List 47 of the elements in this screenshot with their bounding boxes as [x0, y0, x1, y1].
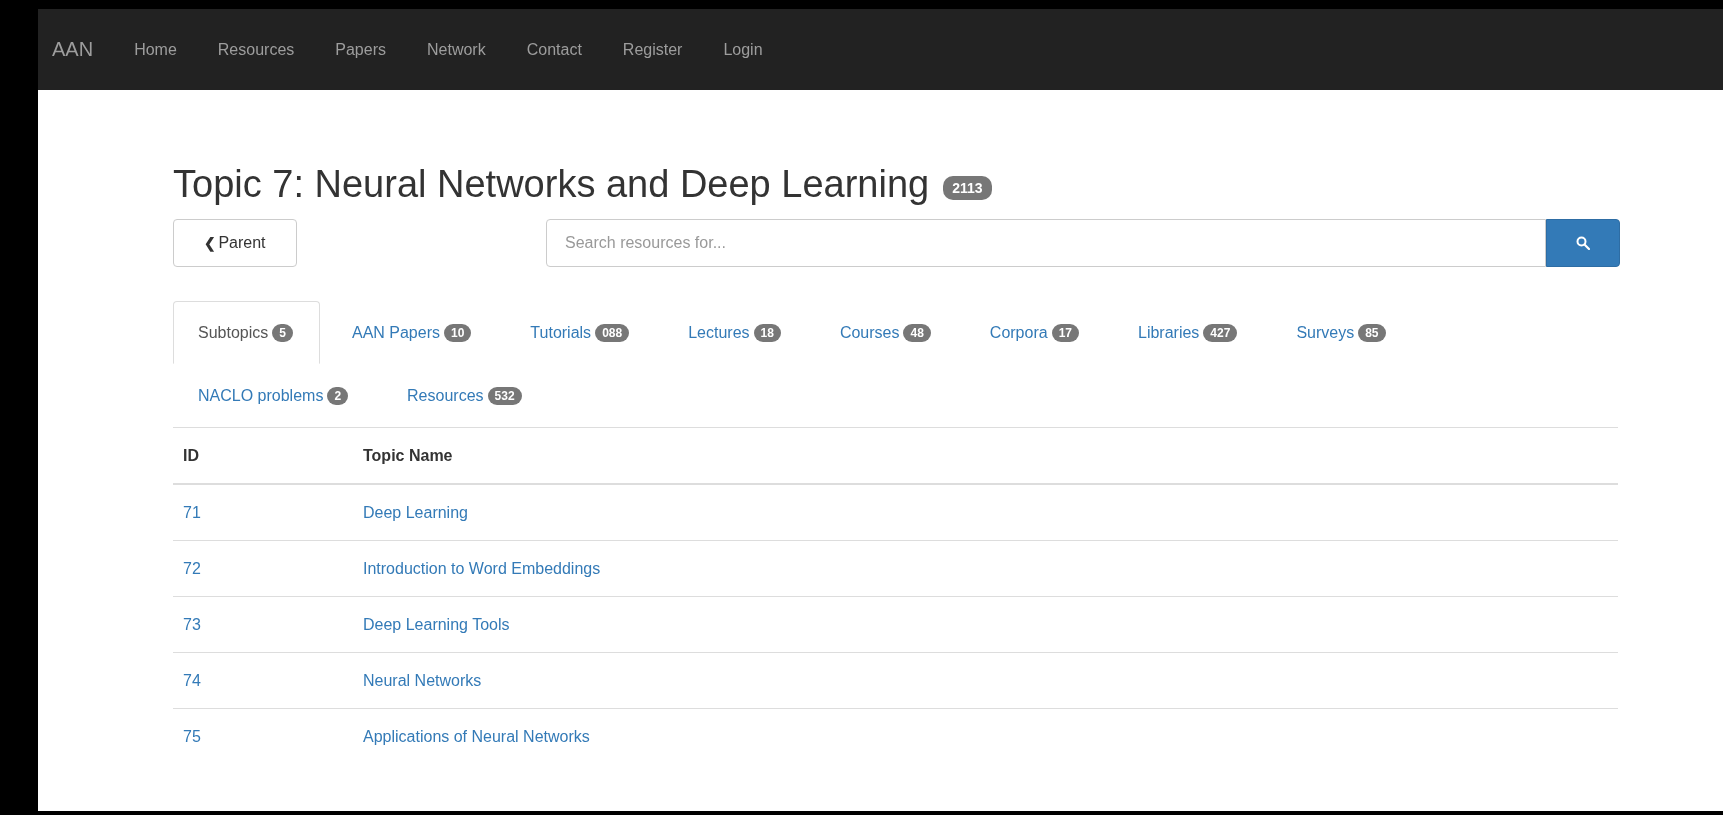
column-header: Topic Name: [353, 428, 1618, 484]
tab[interactable]: Libraries 427: [1113, 301, 1265, 364]
count-badge: 088: [595, 323, 630, 342]
count-badge: 2: [327, 386, 349, 405]
table-link[interactable]: Introduction to Word Embeddings: [363, 559, 601, 577]
table-link[interactable]: 73: [183, 615, 201, 633]
table-link[interactable]: 75: [183, 727, 201, 745]
count-badge: 85: [1358, 323, 1386, 342]
table-link[interactable]: Applications of Neural Networks: [363, 727, 590, 745]
count-badge: 5: [272, 323, 293, 342]
tab[interactable]: Corpora 17: [964, 301, 1106, 364]
nav-link[interactable]: Network: [427, 40, 486, 59]
nav-link[interactable]: Resources: [217, 40, 295, 59]
count-badge: 532: [487, 386, 522, 405]
chevron-left-icon: ❮: [204, 235, 217, 251]
table-link[interactable]: 71: [183, 503, 201, 521]
tab[interactable]: Courses 48: [814, 301, 958, 364]
search-field[interactable]: Search resources for...: [546, 219, 1546, 267]
count-badge: 18: [753, 323, 781, 342]
table-link[interactable]: Deep Learning: [363, 503, 468, 521]
column-header: ID: [173, 428, 353, 484]
parent-button[interactable]: ❮Parent: [173, 219, 297, 267]
tab[interactable]: Tutorials 088: [505, 301, 657, 364]
nav-link[interactable]: Contact: [526, 40, 582, 59]
count-badge: 48: [903, 323, 931, 342]
nav-link[interactable]: Home: [134, 40, 177, 59]
tab[interactable]: NACLO problems 2: [173, 364, 376, 427]
tab[interactable]: Surveys 85: [1271, 301, 1413, 364]
search-icon: [1576, 236, 1590, 250]
count-badge: 427: [1203, 323, 1238, 342]
table-link[interactable]: 72: [183, 559, 201, 577]
table-link[interactable]: Neural Networks: [363, 671, 482, 689]
tab[interactable]: Resources 532: [382, 364, 549, 427]
count-badge: 17: [1051, 323, 1079, 342]
count-badge: 10: [444, 323, 472, 342]
tab[interactable]: Subtopics 5: [173, 301, 320, 364]
tab[interactable]: Lectures 18: [663, 301, 808, 364]
nav-link[interactable]: Register: [622, 40, 683, 59]
table-link[interactable]: 74: [183, 671, 201, 689]
tab[interactable]: AAN Papers 10: [326, 301, 499, 364]
nav-link[interactable]: Login: [723, 40, 763, 59]
count-badge: 2113: [943, 176, 992, 200]
nav-link[interactable]: Papers: [335, 40, 386, 59]
search-button[interactable]: [1546, 219, 1620, 267]
table-link[interactable]: Deep Learning Tools: [363, 615, 510, 633]
page-title: Topic 7: Neural Networks and Deep Learning: [173, 162, 930, 206]
brand-link[interactable]: AAN: [52, 38, 94, 61]
